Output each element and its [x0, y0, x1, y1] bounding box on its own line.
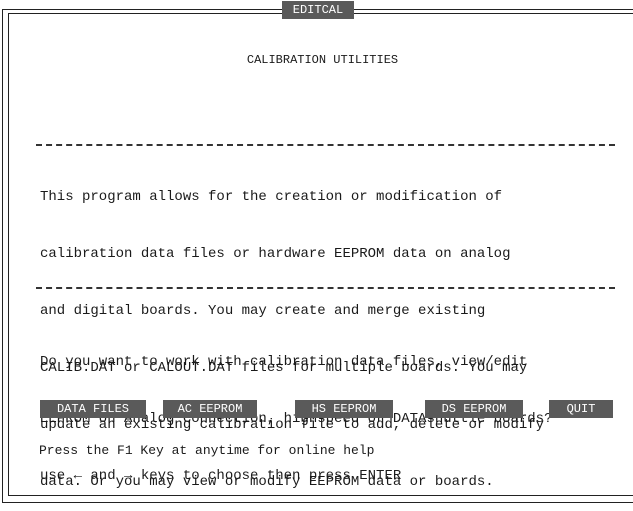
- page-heading: CALIBRATION UTILITIES: [246, 53, 399, 67]
- ds-eeprom-button[interactable]: DS EEPROM: [425, 400, 523, 418]
- data-files-button[interactable]: DATA FILES: [40, 400, 146, 418]
- description-line: This program allows for the creation or …: [40, 189, 503, 205]
- help-text: Press the F1 Key at anytime for online h…: [39, 443, 375, 458]
- quit-button[interactable]: QUIT: [549, 400, 613, 418]
- hs-eeprom-button[interactable]: HS EEPROM: [295, 400, 393, 418]
- description-line: calibration data files or hardware EEPRO…: [40, 246, 511, 262]
- window-title: EDITCAL: [282, 1, 354, 19]
- divider-bottom: [36, 287, 615, 289]
- prompt-line: use ← and → keys to choose then press EN…: [40, 468, 402, 484]
- prompt-line: Do you want to work with calibration dat…: [40, 354, 528, 370]
- divider-top: [36, 144, 615, 146]
- ac-eeprom-button[interactable]: AC EEPROM: [163, 400, 257, 418]
